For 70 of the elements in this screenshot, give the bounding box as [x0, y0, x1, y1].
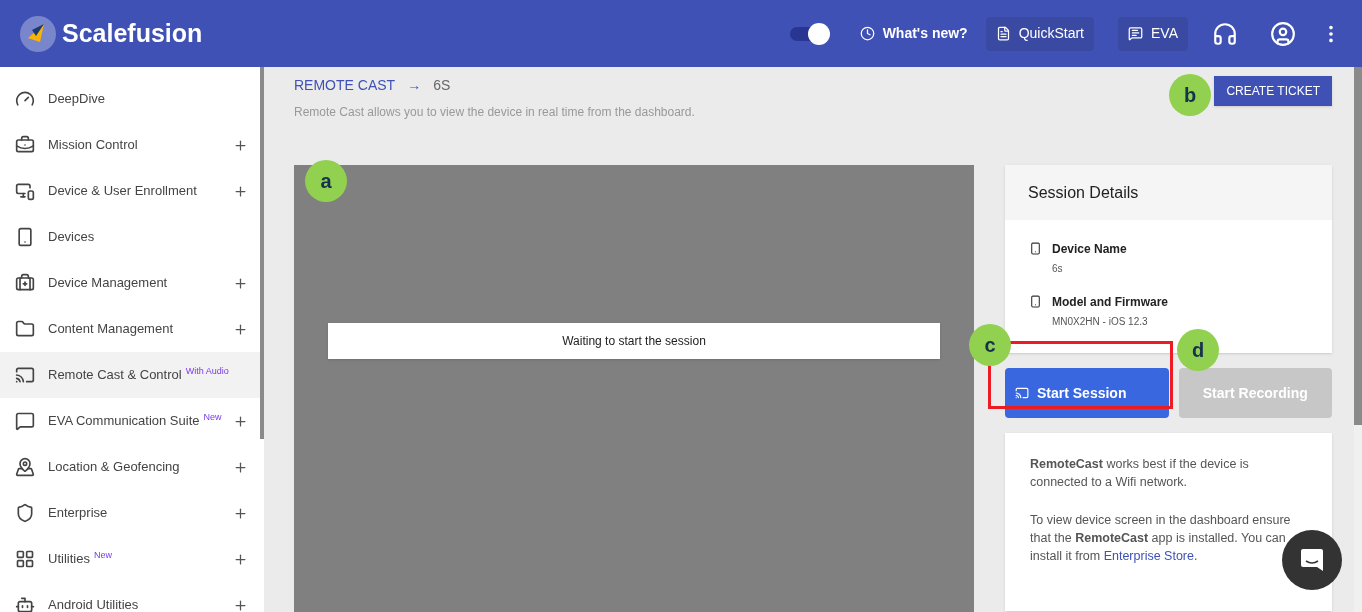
clock-icon [859, 26, 875, 41]
breadcrumb-current: 6S [433, 76, 451, 95]
enterprise-store-link[interactable]: Enterprise Store [1103, 549, 1194, 563]
brand-name: Scalefusion [62, 17, 203, 49]
sidebar-label: Android Utilities [48, 596, 139, 612]
expand-icon[interactable] [233, 321, 248, 337]
quickstart-button[interactable]: QuickStart [985, 16, 1094, 51]
expand-icon[interactable] [233, 551, 248, 567]
devices-icon [15, 181, 35, 201]
briefcase-icon [15, 273, 35, 293]
cast-icon [15, 365, 35, 385]
sidebar-label: EVA Communication Suite [48, 412, 200, 431]
expand-icon[interactable] [233, 183, 248, 199]
callout-marker: b [1169, 74, 1211, 116]
callout-marker: c [969, 324, 1011, 366]
scrollbar[interactable] [1354, 67, 1362, 425]
expand-icon[interactable] [233, 505, 248, 521]
field-label: Model and Firmware [1052, 294, 1169, 311]
breadcrumb-link[interactable]: REMOTE CAST [294, 75, 396, 96]
briefcase-icon [15, 135, 35, 155]
sidebar-label: Device & User Enrollment [48, 182, 197, 201]
field-label: Device Name [1052, 241, 1127, 258]
folder-icon [15, 319, 35, 339]
shield-icon [15, 503, 35, 523]
feature-tag: With Audio [185, 365, 229, 379]
document-icon [995, 26, 1011, 41]
card-title: Session Details [1028, 182, 1139, 203]
sidebar-label: Devices [48, 228, 95, 247]
gauge-icon [15, 89, 35, 109]
phone-icon [1029, 242, 1042, 255]
expand-icon[interactable] [233, 413, 248, 429]
status-banner: Waiting to start the session [328, 323, 940, 359]
map-icon [15, 457, 35, 477]
field-value: MN0X2HN - iOS 12.3 [1052, 315, 1149, 329]
create-ticket-button[interactable]: CREATE TICKET [1214, 76, 1332, 106]
field-value: 6s [1052, 262, 1064, 276]
sidebar-item[interactable]: Remote Cast & Control With Audio [0, 352, 260, 398]
eva-button[interactable]: EVA [1118, 16, 1188, 51]
cast-icon [1015, 386, 1029, 400]
sidebar-label: Mission Control [48, 136, 138, 155]
expand-icon[interactable] [233, 137, 248, 153]
info-paragraph: RemoteCast works best if the device is connected to a Wifi network. [1030, 456, 1250, 491]
breadcrumb-arrow: → [407, 76, 422, 95]
scrollbar[interactable] [260, 67, 264, 439]
phone-icon [15, 227, 35, 247]
chat-icon [1128, 26, 1143, 41]
feature-tag: New [93, 549, 112, 563]
sidebar-label: Content Management [48, 320, 174, 339]
expand-icon[interactable] [233, 597, 248, 612]
chat-icon [15, 411, 35, 431]
chat-icon [1298, 546, 1326, 574]
logo-icon [20, 15, 56, 52]
robot-icon [15, 595, 35, 612]
expand-icon[interactable] [233, 275, 248, 291]
sidebar-label: Utilities [48, 550, 90, 569]
sidebar-label: Location & Geofencing [48, 458, 180, 477]
sidebar-label: Enterprise [48, 504, 108, 523]
start-session-button[interactable]: Start Session [1005, 368, 1169, 418]
whats-new-button[interactable]: What's new? [859, 23, 968, 44]
sidebar-label: Remote Cast & Control [48, 366, 182, 385]
headset-icon[interactable] [1212, 20, 1238, 47]
user-icon[interactable] [1270, 20, 1296, 47]
sidebar-label: DeepDive [48, 90, 106, 109]
info-paragraph: To view device screen in the dashboard ensure that the RemoteCast app is installed. You can install it from Enterprise Store. [1030, 512, 1292, 565]
page-description: Remote Cast allows you to view the device in real time from the dashboard. [294, 104, 695, 121]
sidebar-label: Device Management [48, 274, 168, 293]
feature-tag: New [203, 411, 222, 425]
expand-icon[interactable] [233, 459, 248, 475]
phone-icon [1029, 295, 1042, 308]
grid-icon [15, 549, 35, 569]
